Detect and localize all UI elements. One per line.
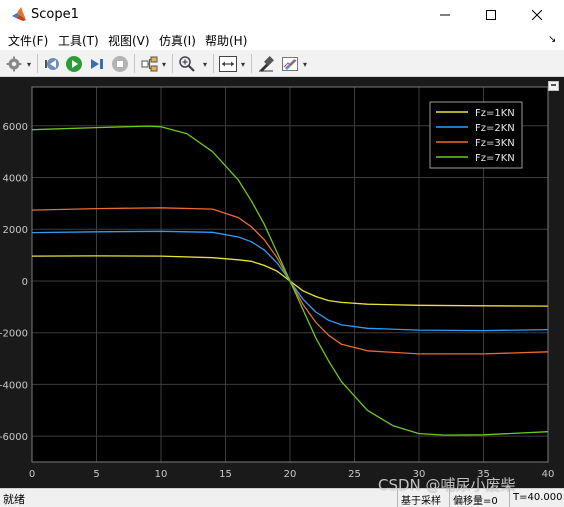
dock-arrow-icon[interactable]: ↘ bbox=[548, 34, 556, 45]
zoom-icon[interactable] bbox=[177, 54, 197, 74]
maximize-button[interactable] bbox=[468, 0, 514, 30]
window-title: Scope1 bbox=[31, 7, 79, 22]
status-time: T=40.000 bbox=[509, 489, 564, 507]
x-tick-label: 20 bbox=[284, 469, 297, 480]
stop-icon[interactable] bbox=[110, 54, 130, 74]
legend-label-2: Fz=2KN bbox=[475, 123, 515, 134]
property-inspector-icon[interactable] bbox=[256, 54, 276, 74]
style-icon[interactable] bbox=[280, 54, 300, 74]
step-forward-icon[interactable] bbox=[87, 54, 107, 74]
x-tick-label: 40 bbox=[542, 469, 555, 480]
legend-label-1: Fz=1KN bbox=[475, 108, 515, 119]
run-icon[interactable] bbox=[64, 54, 84, 74]
menu-view[interactable]: 视图(V) bbox=[108, 32, 150, 49]
x-tick-label: 15 bbox=[219, 469, 232, 480]
x-tick-label: 10 bbox=[155, 469, 168, 480]
highlight-block-icon[interactable] bbox=[140, 54, 160, 74]
x-tick-label: 5 bbox=[93, 469, 99, 480]
menu-help[interactable]: 帮助(H) bbox=[205, 32, 247, 49]
toolbar-separator bbox=[251, 54, 252, 73]
y-tick-label: -2000 bbox=[0, 329, 28, 340]
minimize-button[interactable] bbox=[422, 0, 468, 30]
scope-figure: 0 5 10 15 20 25 30 35 40 -6000 -4000 -2000 0 2000 4000… bbox=[0, 77, 564, 488]
y-tick-label: -6000 bbox=[0, 432, 28, 443]
y-tick-label: 2000 bbox=[3, 225, 28, 236]
highlight-dropdown-arrow-icon[interactable]: ▾ bbox=[162, 60, 166, 69]
toolbar: ▾ ▾ ▾ ▾ ▾ bbox=[0, 50, 564, 77]
y-tick-label: 6000 bbox=[3, 122, 28, 133]
step-back-icon[interactable] bbox=[42, 54, 62, 74]
menu-bar: 文件(F) 工具(T) 视图(V) 仿真(I) 帮助(H) ↘ bbox=[0, 30, 564, 50]
close-button[interactable] bbox=[514, 0, 560, 30]
style-dropdown-arrow-icon[interactable]: ▾ bbox=[303, 60, 307, 69]
restore-layout-icon[interactable] bbox=[548, 81, 559, 91]
menu-simulation[interactable]: 仿真(I) bbox=[159, 32, 196, 49]
x-tick-label: 0 bbox=[29, 469, 35, 480]
matlab-scope-app-icon bbox=[11, 6, 27, 22]
toolbar-separator bbox=[213, 54, 214, 73]
menu-file[interactable]: 文件(F) bbox=[8, 32, 48, 49]
legend-label-3: Fz=3KN bbox=[475, 138, 515, 149]
y-tick-label: 4000 bbox=[3, 174, 28, 185]
toolbar-separator bbox=[37, 54, 38, 73]
watermark-text: CSDN @哺尿小废柴 bbox=[378, 476, 516, 494]
autoscale-icon[interactable] bbox=[218, 54, 238, 74]
legend-label-4: Fz=7KN bbox=[475, 153, 515, 164]
toolbar-separator bbox=[134, 54, 135, 73]
menu-tools[interactable]: 工具(T) bbox=[58, 32, 99, 49]
y-tick-label: -4000 bbox=[0, 380, 28, 391]
y-tick-label: 0 bbox=[22, 277, 28, 288]
settings-icon[interactable] bbox=[4, 54, 24, 74]
autoscale-dropdown-arrow-icon[interactable]: ▾ bbox=[241, 60, 245, 69]
x-tick-label: 25 bbox=[348, 469, 361, 480]
settings-dropdown-arrow-icon[interactable]: ▾ bbox=[27, 60, 31, 69]
title-bar: Scope1 bbox=[0, 0, 564, 30]
status-text: 就绪 bbox=[3, 493, 25, 506]
zoom-dropdown-arrow-icon[interactable]: ▾ bbox=[203, 60, 207, 69]
toolbar-separator bbox=[172, 54, 173, 73]
scope-plot[interactable]: 0 5 10 15 20 25 30 35 40-6000-4000-2000020004000… bbox=[0, 77, 564, 488]
